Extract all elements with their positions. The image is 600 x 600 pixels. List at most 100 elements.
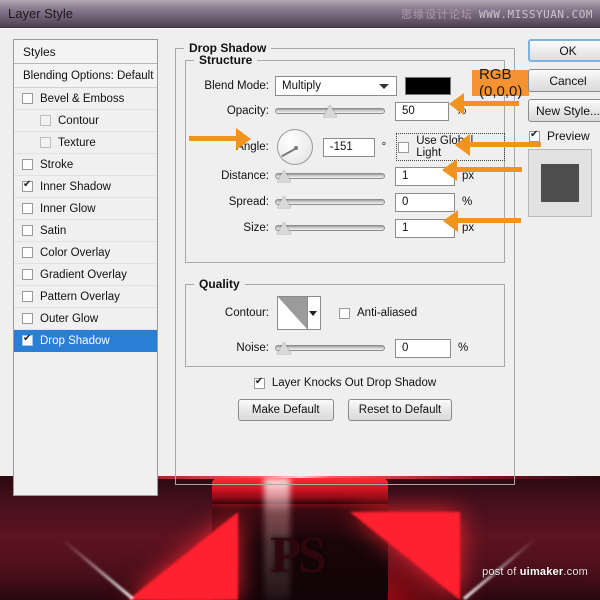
- styles-header: Styles: [14, 40, 157, 64]
- checkbox-pattern-overlay[interactable]: [22, 291, 33, 302]
- checkbox-use-global-light[interactable]: [398, 141, 410, 153]
- sidebar-item-stroke[interactable]: Stroke: [14, 154, 157, 176]
- checkbox-contour[interactable]: [40, 115, 51, 126]
- angle-dial[interactable]: [276, 129, 313, 165]
- arrow-shaft: [455, 167, 522, 172]
- sidebar-item-inner-shadow[interactable]: Inner Shadow: [14, 176, 157, 198]
- sidebar-item-contour[interactable]: Contour: [14, 110, 157, 132]
- noise-slider[interactable]: [275, 340, 385, 356]
- cancel-button[interactable]: Cancel: [528, 69, 600, 92]
- checkbox-layer-knocks-out[interactable]: [253, 376, 265, 389]
- size-slider-thumb[interactable]: [276, 222, 291, 234]
- noise-unit: %: [458, 342, 469, 354]
- rocket-fin-right: [350, 512, 460, 600]
- opacity-input[interactable]: 50: [395, 101, 449, 121]
- can-letter: PS: [270, 527, 327, 584]
- layer-style-dialog: Styles Blending Options: Default Bevel &…: [0, 28, 600, 496]
- annotation-arrow-angle: [189, 127, 251, 150]
- anti-aliased-field[interactable]: Anti-aliased: [339, 307, 417, 319]
- shadow-color-swatch[interactable]: [405, 77, 451, 95]
- noise-row: Noise: 0 %: [195, 337, 505, 359]
- contour-row: Contour: Anti-aliased: [195, 295, 505, 331]
- checkbox-stroke[interactable]: [22, 159, 33, 170]
- angle-dial-center: [293, 146, 298, 150]
- sidebar-item-label: Pattern Overlay: [40, 290, 120, 303]
- distance-slider-thumb[interactable]: [276, 170, 291, 182]
- size-slider[interactable]: [275, 220, 385, 236]
- distance-label: Distance:: [221, 170, 269, 182]
- angle-input[interactable]: -151: [322, 137, 375, 157]
- sidebar-item-bevel-emboss[interactable]: Bevel & Emboss: [14, 88, 157, 110]
- checkbox-anti-aliased[interactable]: [339, 307, 350, 319]
- checkbox-inner-shadow[interactable]: [22, 179, 33, 192]
- sidebar-item-label: Drop Shadow: [40, 334, 110, 347]
- distance-slider[interactable]: [275, 168, 385, 184]
- sidebar-item-inner-glow[interactable]: Inner Glow: [14, 198, 157, 220]
- checkbox-satin[interactable]: [22, 225, 33, 236]
- sidebar-item-color-overlay[interactable]: Color Overlay: [14, 242, 157, 264]
- sidebar-item-drop-shadow[interactable]: Drop Shadow: [14, 330, 157, 352]
- credit-prefix: post of: [482, 566, 520, 578]
- annotation-arrow-use-global-light: [455, 133, 541, 156]
- checkbox-gradient-overlay[interactable]: [22, 269, 33, 280]
- sidebar-item-satin[interactable]: Satin: [14, 220, 157, 242]
- anti-aliased-label: Anti-aliased: [357, 307, 418, 319]
- layer-knockout-field[interactable]: Layer Knocks Out Drop Shadow: [175, 376, 515, 389]
- sidebar-item-label: Outer Glow: [40, 312, 99, 325]
- spread-slider-thumb[interactable]: [276, 196, 291, 208]
- arrow-shaft: [456, 218, 521, 223]
- sidebar-item-label: Satin: [40, 224, 67, 237]
- fin-edge-left: [61, 538, 134, 600]
- annotation-arrow-size: [443, 209, 521, 232]
- watermark-chinese: 思缘设计论坛: [401, 8, 474, 21]
- opacity-slider-thumb[interactable]: [323, 105, 337, 117]
- preview-label: Preview: [547, 129, 590, 143]
- watermark-url: WWW.MISSYUAN.COM: [479, 7, 593, 21]
- credit-brand: uimaker: [519, 566, 564, 578]
- reset-to-default-button[interactable]: Reset to Default: [347, 399, 453, 421]
- noise-input[interactable]: 0: [395, 338, 451, 358]
- credit-suffix: .com: [563, 566, 588, 578]
- size-label: Size:: [243, 222, 269, 234]
- checkbox-bevel-emboss[interactable]: [22, 93, 33, 104]
- checkbox-texture[interactable]: [40, 137, 51, 148]
- chevron-down-icon: [309, 311, 317, 316]
- size-slider-track: [275, 225, 385, 231]
- dialog-actions: OK Cancel New Style... Preview: [528, 39, 600, 217]
- checkbox-drop-shadow[interactable]: [22, 333, 33, 346]
- contour-preset-select[interactable]: [277, 296, 321, 330]
- sidebar-item-blending-options[interactable]: Blending Options: Default: [14, 64, 157, 88]
- sidebar-item-pattern-overlay[interactable]: Pattern Overlay: [14, 286, 157, 308]
- sidebar-item-label: Bevel & Emboss: [40, 92, 125, 105]
- sidebar-item-label: Texture: [58, 136, 96, 149]
- sidebar-item-label: Contour: [58, 114, 99, 127]
- contour-curve-thumbnail: [278, 297, 308, 329]
- noise-label: Noise:: [236, 342, 269, 354]
- checkbox-inner-glow[interactable]: [22, 203, 33, 214]
- layer-knockout-label: Layer Knocks Out Drop Shadow: [271, 377, 437, 389]
- page-title: Layer Style: [8, 6, 74, 21]
- blend-mode-select[interactable]: Multiply: [275, 76, 397, 96]
- sidebar-item-label: Color Overlay: [40, 246, 111, 259]
- noise-slider-thumb[interactable]: [276, 342, 291, 354]
- spread-label: Spread:: [228, 196, 269, 208]
- spread-unit: %: [462, 196, 473, 208]
- spread-slider-track: [275, 199, 385, 205]
- make-default-button[interactable]: Make Default: [237, 399, 334, 421]
- sidebar-item-texture[interactable]: Texture: [14, 132, 157, 154]
- sidebar-item-label: Gradient Overlay: [40, 268, 127, 281]
- checkbox-outer-glow[interactable]: [22, 313, 33, 324]
- preview-thumbnail: [541, 164, 579, 202]
- preview-pane: [528, 149, 592, 217]
- new-style-button[interactable]: New Style...: [528, 99, 600, 122]
- opacity-slider[interactable]: [275, 103, 385, 119]
- sidebar-item-gradient-overlay[interactable]: Gradient Overlay: [14, 264, 157, 286]
- screenshot-root: PS post of uimaker.com Layer Style 思缘设计论…: [0, 0, 600, 600]
- checkbox-color-overlay[interactable]: [22, 247, 33, 258]
- rocket-fin-left: [128, 512, 238, 600]
- spread-slider[interactable]: [275, 194, 385, 210]
- ok-button[interactable]: OK: [528, 39, 600, 62]
- annotation-arrow-opacity: [449, 92, 519, 115]
- dialog-title-bar[interactable]: Layer Style 思缘设计论坛 WWW.MISSYUAN.COM: [0, 0, 600, 28]
- sidebar-item-outer-glow[interactable]: Outer Glow: [14, 308, 157, 330]
